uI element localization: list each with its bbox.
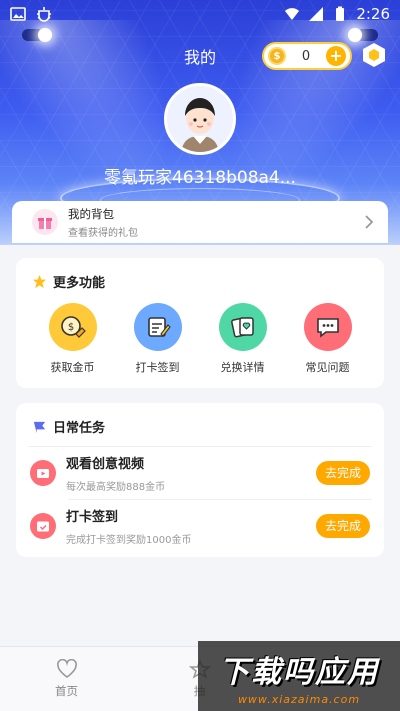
checkin-icon: [133, 303, 182, 351]
feature-checkin[interactable]: 打卡签到: [123, 303, 193, 375]
feature-label: 获取金币: [50, 361, 95, 374]
coin-icon: $: [268, 47, 286, 65]
watermark-logo: 下载吗应用: [219, 654, 379, 690]
faq-icon: [303, 303, 352, 351]
task-desc: 每次最高奖励888金币: [66, 482, 166, 493]
feature-faq[interactable]: 常见问题: [293, 303, 363, 375]
heart-icon: [56, 659, 77, 678]
task-row-video: 观看创意视频 每次最高奖励888金币 去完成: [16, 447, 384, 499]
star-badge-icon: [32, 274, 47, 289]
task-desc: 完成打卡签到奖励1000金币: [66, 535, 192, 546]
svg-text:$: $: [67, 322, 73, 333]
daily-tasks-title: 日常任务: [53, 421, 106, 436]
more-features-card: 更多功能 $ 获取金币 打卡签到 兑换详情 常见问题: [16, 258, 384, 388]
feature-label: 兑换详情: [220, 361, 265, 374]
gift-icon: [32, 209, 58, 235]
go-complete-button[interactable]: 去完成: [316, 514, 370, 538]
calendar-icon: [30, 513, 56, 539]
boy-avatar-icon: [167, 86, 233, 152]
coin-hand-icon: $: [48, 303, 97, 351]
feature-exchange[interactable]: 兑换详情: [208, 303, 278, 375]
avatar[interactable]: [164, 83, 236, 155]
exchange-icon: [218, 303, 267, 351]
video-icon: [30, 460, 56, 486]
task-row-checkin: 打卡签到 完成打卡签到奖励1000金币 去完成: [16, 500, 384, 552]
go-complete-button[interactable]: 去完成: [316, 461, 370, 485]
add-coin-icon[interactable]: +: [326, 46, 346, 66]
bug-icon: [37, 7, 51, 22]
image-icon: [10, 7, 26, 21]
coin-count: 0: [301, 48, 311, 64]
watermark: 下载吗应用 www.xiazaima.com: [198, 641, 400, 711]
daily-tasks-card: 日常任务 观看创意视频 每次最高奖励888金币 去完成 打卡签到 完成打卡签到奖…: [16, 403, 384, 557]
feature-get-coins[interactable]: $ 获取金币: [38, 303, 108, 375]
task-title: 观看创意视频: [66, 457, 145, 472]
battery-icon: [336, 6, 345, 21]
flag-icon: [33, 421, 46, 434]
task-title: 打卡签到: [66, 510, 119, 525]
bag-title: 我的背包: [68, 206, 114, 221]
status-bar: 2:26: [0, 0, 400, 28]
chevron-right-icon: [365, 215, 374, 229]
coin-balance[interactable]: $ 0 +: [262, 42, 352, 70]
my-bag-row[interactable]: 我的背包 查看获得的礼包: [12, 201, 388, 243]
watermark-url: www.xiazaima.com: [237, 692, 361, 706]
signal-icon: [309, 7, 324, 21]
username: 零氪玩家46318b08a4...: [104, 168, 296, 188]
status-time: 2:26: [356, 5, 390, 23]
bag-subtitle: 查看获得的礼包: [68, 227, 138, 239]
wifi-icon: [285, 8, 300, 20]
feature-label: 打卡签到: [135, 361, 180, 374]
feature-label: 常见问题: [305, 361, 350, 374]
more-features-title: 更多功能: [53, 276, 106, 291]
hexagon-badge-icon[interactable]: [362, 42, 386, 68]
tab-home[interactable]: 首页: [0, 647, 133, 711]
tab-label: 首页: [55, 684, 78, 698]
